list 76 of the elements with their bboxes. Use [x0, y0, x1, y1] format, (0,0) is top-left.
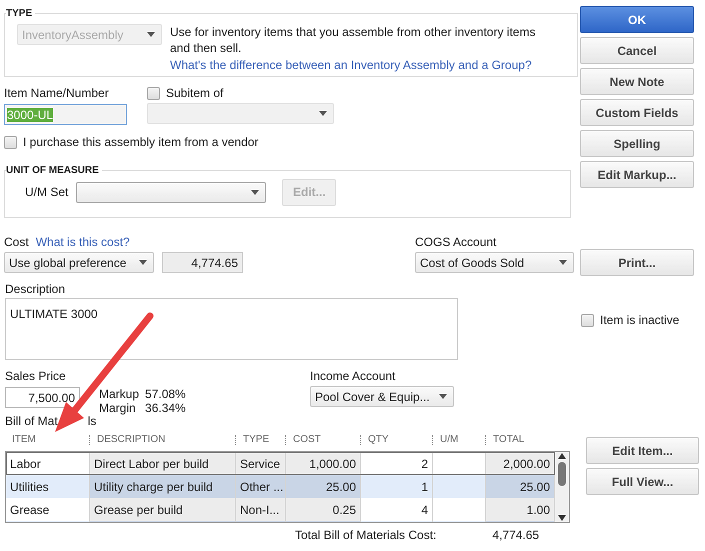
scroll-down-icon[interactable] — [557, 514, 567, 522]
checkbox[interactable] — [4, 136, 17, 148]
margin-label: Margin — [99, 401, 137, 415]
caret-icon — [439, 394, 447, 399]
caret-icon — [319, 111, 327, 116]
section-heading: TYPE — [6, 8, 36, 19]
cogs-account-dropdown[interactable]: Cost of Goods Sold — [415, 252, 574, 273]
dialog-button[interactable]: Spelling — [580, 130, 694, 157]
description-field[interactable]: ULTIMATE 3000 — [5, 298, 458, 360]
table-cell: 0.25 — [286, 498, 361, 521]
total-label: Total Bill of Materials Cost: — [295, 528, 436, 542]
caret-icon — [559, 260, 567, 265]
table-row[interactable]: Labor Direct Labor per build Service 1,000.00 2 2,000.00 — [6, 452, 555, 475]
markup-value: 57.08% — [145, 387, 186, 401]
column-header[interactable]: QTY — [360, 434, 432, 444]
scroll-up-icon[interactable] — [557, 452, 567, 460]
section-label-end: ls — [88, 414, 96, 428]
field-label: U/M Set — [25, 185, 68, 199]
dialog-button[interactable]: Edit Markup... — [580, 161, 694, 188]
checkbox-label: I purchase this assembly item from a vendor — [23, 135, 258, 149]
dialog-button[interactable]: New Note — [580, 68, 694, 95]
total-value: 4,774.65 — [492, 528, 540, 542]
dialog-button[interactable]: OK — [580, 6, 694, 33]
cost-method-dropdown[interactable]: Use global preference — [4, 252, 154, 273]
caret-icon — [139, 260, 147, 265]
table-button[interactable]: Edit Item... — [586, 437, 699, 464]
table-cell: Utility charge per build — [90, 475, 236, 498]
column-header[interactable]: TYPE — [235, 434, 285, 444]
table-row[interactable]: Utilities Utility charge per build Other ... 25.00 1 25.00 — [6, 475, 555, 498]
field-label: Income Account — [310, 369, 396, 383]
field-label: Item Name/Number — [4, 86, 110, 100]
checkbox[interactable] — [147, 86, 160, 100]
table-row[interactable]: Grease Grease per build Non-I... 0.25 4 1.00 — [6, 498, 555, 521]
print-button[interactable]: Print... — [580, 249, 694, 276]
table-cell: Other ... — [236, 475, 286, 498]
table-button[interactable]: Full View... — [586, 468, 699, 495]
field-label: Sales Price — [5, 369, 67, 383]
income-account-dropdown[interactable]: Pool Cover & Equip... — [310, 386, 454, 407]
table-cell: 25.00 — [486, 475, 555, 498]
caret-icon — [251, 190, 260, 194]
markup-label: Markup — [99, 387, 140, 401]
dialog-button[interactable]: Custom Fields — [580, 99, 694, 126]
um-set-dropdown[interactable] — [76, 182, 266, 202]
table-cell: Grease per build — [90, 498, 236, 521]
checkbox-label: Item is inactive — [600, 313, 680, 327]
table-cell: Non-I... — [236, 498, 286, 521]
checkbox[interactable] — [581, 314, 594, 326]
cost-field[interactable]: 4,774.65 — [162, 252, 243, 273]
dialog-button[interactable]: Cancel — [580, 37, 694, 64]
table-cell: 1.00 — [486, 498, 555, 521]
column-header[interactable]: COST — [285, 434, 360, 444]
field-label: Description — [5, 282, 66, 296]
table-cell: Service — [236, 452, 286, 475]
scrollbar-thumb[interactable] — [558, 462, 566, 486]
table-cell: 2,000.00 — [486, 452, 555, 475]
type-description: Use for inventory items that you assemble from other inventory items and then sell. — [170, 24, 536, 56]
scrollbar[interactable] — [555, 452, 569, 522]
help-link[interactable]: What's the difference between an Inventory Assembly and a Group? — [170, 58, 532, 72]
column-header[interactable]: TOTAL — [485, 434, 556, 444]
column-header[interactable]: DESCRIPTION — [89, 434, 235, 444]
column-header[interactable]: U/M — [432, 434, 485, 444]
margin-value: 36.34% — [145, 401, 186, 415]
checkbox-label: Subitem of — [166, 86, 224, 100]
table-cell: 25.00 — [286, 475, 361, 498]
table-cell: Direct Labor per build — [90, 452, 236, 475]
field-label: Cost — [4, 235, 29, 249]
column-header[interactable]: ITEM — [5, 434, 89, 444]
section-label: Bill of Mat — [5, 414, 58, 428]
table-cell: 1 — [361, 475, 433, 498]
caret-icon — [147, 32, 155, 37]
table-cell: Utilities — [6, 475, 90, 498]
help-link[interactable]: What is this cost? — [36, 235, 130, 249]
section-heading: UNIT OF MEASURE — [6, 165, 102, 176]
sales-price-field[interactable]: 7,500.00 — [5, 387, 80, 408]
field-label: COGS Account — [415, 235, 498, 249]
table-cell: 1,000.00 — [286, 452, 361, 475]
